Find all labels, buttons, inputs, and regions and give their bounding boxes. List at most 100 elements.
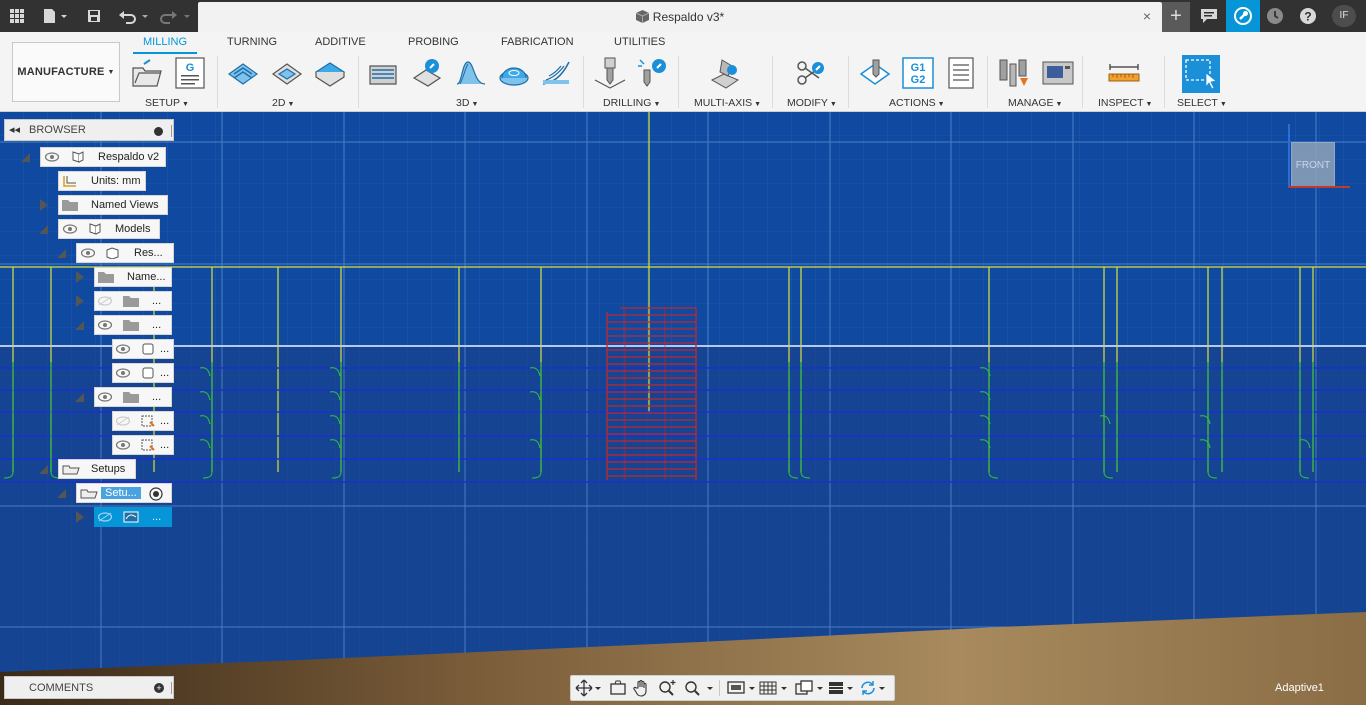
tree-collapsed-icon[interactable] (74, 511, 86, 523)
simulate-icon[interactable] (859, 56, 893, 90)
tree-expanded-icon[interactable] (56, 486, 68, 500)
tree-node-setup1[interactable]: Setu... (76, 483, 172, 503)
document-tab[interactable]: Respaldo v3* × (198, 2, 1162, 32)
tab-fabrication[interactable]: FABRICATION (501, 36, 574, 54)
group-modify[interactable]: MODIFY ▼ (787, 97, 837, 109)
tree-node-named-views-sub[interactable]: Name... (94, 267, 172, 287)
group-setup[interactable]: SETUP ▼ (145, 97, 189, 109)
drill-search-icon[interactable] (636, 56, 670, 90)
eye-icon[interactable] (98, 320, 112, 330)
eye-icon[interactable] (116, 344, 130, 354)
eye-icon[interactable] (98, 392, 112, 402)
tab-additive[interactable]: ADDITIVE (315, 36, 366, 54)
face-icon[interactable] (313, 56, 347, 90)
graphics-viewport[interactable]: FRONT (0, 112, 1366, 705)
tree-node-body-item[interactable]: ... (112, 363, 174, 383)
tree-expanded-icon[interactable] (74, 318, 86, 332)
group-3d[interactable]: 3D ▼ (456, 97, 478, 109)
zoom-fit-icon[interactable] (657, 679, 677, 697)
eye-icon[interactable] (116, 440, 130, 450)
refresh-icon[interactable] (859, 679, 889, 697)
tree-node-setups[interactable]: Setups (58, 459, 136, 479)
tree-node-root[interactable]: Respaldo v2 (40, 147, 166, 167)
modify-scissors-icon[interactable] (794, 56, 828, 90)
group-drilling[interactable]: DRILLING ▼ (603, 97, 660, 109)
spiral-icon[interactable] (540, 56, 574, 90)
tree-expanded-icon[interactable] (20, 150, 32, 164)
help-icon[interactable]: ? (1297, 0, 1319, 32)
tree-node-sketch[interactable]: ... (112, 411, 174, 431)
3d-pocket-icon[interactable] (411, 56, 445, 90)
browser-header[interactable]: ◂◂ BROWSER (4, 119, 174, 141)
measure-icon[interactable] (1107, 56, 1141, 90)
tree-node-sketch[interactable]: ... (112, 435, 174, 455)
eye-icon[interactable] (63, 224, 77, 234)
multi-axis-icon[interactable] (708, 56, 742, 90)
tool-library-icon[interactable] (998, 56, 1032, 90)
new-tab-icon[interactable]: + (1162, 2, 1190, 32)
file-icon[interactable] (40, 0, 70, 32)
orbit-pan-icon[interactable] (575, 679, 601, 697)
new-setup-icon[interactable] (130, 56, 164, 90)
close-tab-icon[interactable]: × (1140, 9, 1154, 23)
notifications-icon[interactable] (1196, 0, 1222, 32)
tree-node-body-item[interactable]: ... (112, 339, 174, 359)
tab-milling[interactable]: MILLING (133, 36, 198, 54)
tree-node-adaptive1-selected[interactable]: ... (94, 507, 172, 527)
group-actions[interactable]: ACTIONS ▼ (889, 97, 945, 109)
display-settings-icon[interactable] (727, 679, 757, 697)
hand-pan-icon[interactable] (633, 679, 651, 697)
eye-hidden-icon[interactable] (98, 512, 112, 522)
eye-icon[interactable] (45, 152, 59, 162)
tree-collapsed-icon[interactable] (74, 295, 86, 307)
tree-expanded-icon[interactable] (38, 462, 50, 476)
redo-icon[interactable] (158, 0, 194, 32)
tree-expanded-icon[interactable] (74, 390, 86, 404)
tab-turning[interactable]: TURNING (227, 36, 277, 54)
undo-icon[interactable] (116, 0, 152, 32)
workspace-switcher[interactable]: MANUFACTURE ▼ (12, 42, 120, 102)
active-jobs-button[interactable] (1226, 0, 1260, 32)
group-inspect[interactable]: INSPECT ▼ (1098, 97, 1152, 109)
2d-adaptive-icon[interactable] (226, 56, 260, 90)
tree-node-hidden-folder[interactable]: ... (94, 291, 172, 311)
history-icon[interactable] (1264, 0, 1286, 32)
collapse-panel-icon[interactable]: ◂◂ (9, 123, 20, 136)
eye-icon[interactable] (116, 368, 130, 378)
tree-node-models[interactable]: Models (58, 219, 160, 239)
group-multi-axis[interactable]: MULTI-AXIS ▼ (694, 97, 761, 109)
tree-node-named-views[interactable]: Named Views (58, 195, 168, 215)
tree-expanded-icon[interactable] (56, 246, 68, 260)
group-manage[interactable]: MANAGE ▼ (1008, 97, 1062, 109)
zoom-window-icon[interactable] (683, 679, 715, 697)
user-avatar[interactable]: IF (1332, 5, 1356, 27)
machine-library-icon[interactable] (1041, 56, 1075, 90)
viewcube[interactable]: FRONT (1291, 142, 1335, 188)
2d-pocket-icon[interactable] (270, 56, 304, 90)
tree-expanded-icon[interactable] (38, 222, 50, 236)
comments-panel[interactable]: COMMENTS + (4, 676, 174, 699)
look-at-icon[interactable] (609, 679, 627, 697)
setup-sheet-icon[interactable] (944, 56, 978, 90)
group-2d[interactable]: 2D ▼ (272, 97, 294, 109)
tree-collapsed-icon[interactable] (38, 199, 50, 211)
activate-setup-icon[interactable] (149, 487, 163, 501)
group-select[interactable]: SELECT ▼ (1177, 97, 1227, 109)
viewports-icon[interactable] (795, 679, 825, 697)
minimize-panel-icon[interactable] (154, 127, 163, 136)
tab-probing[interactable]: PROBING (408, 36, 459, 54)
eye-icon[interactable] (81, 248, 95, 258)
scallop-icon[interactable] (497, 56, 531, 90)
tree-node-body[interactable]: Res... (76, 243, 174, 263)
eye-hidden-icon[interactable] (98, 296, 112, 306)
add-comment-icon[interactable]: + (154, 683, 164, 693)
3d-adaptive-icon[interactable] (367, 56, 401, 90)
eye-hidden-icon[interactable] (116, 416, 130, 426)
app-grid-icon[interactable] (6, 0, 28, 32)
post-process-icon[interactable]: G1 G2 (901, 56, 935, 90)
tree-node-folder[interactable]: ... (94, 315, 172, 335)
panel-grip-icon[interactable] (171, 682, 172, 694)
tree-node-sketches[interactable]: ... (94, 387, 172, 407)
tree-collapsed-icon[interactable] (74, 271, 86, 283)
drill-icon[interactable] (593, 56, 627, 90)
